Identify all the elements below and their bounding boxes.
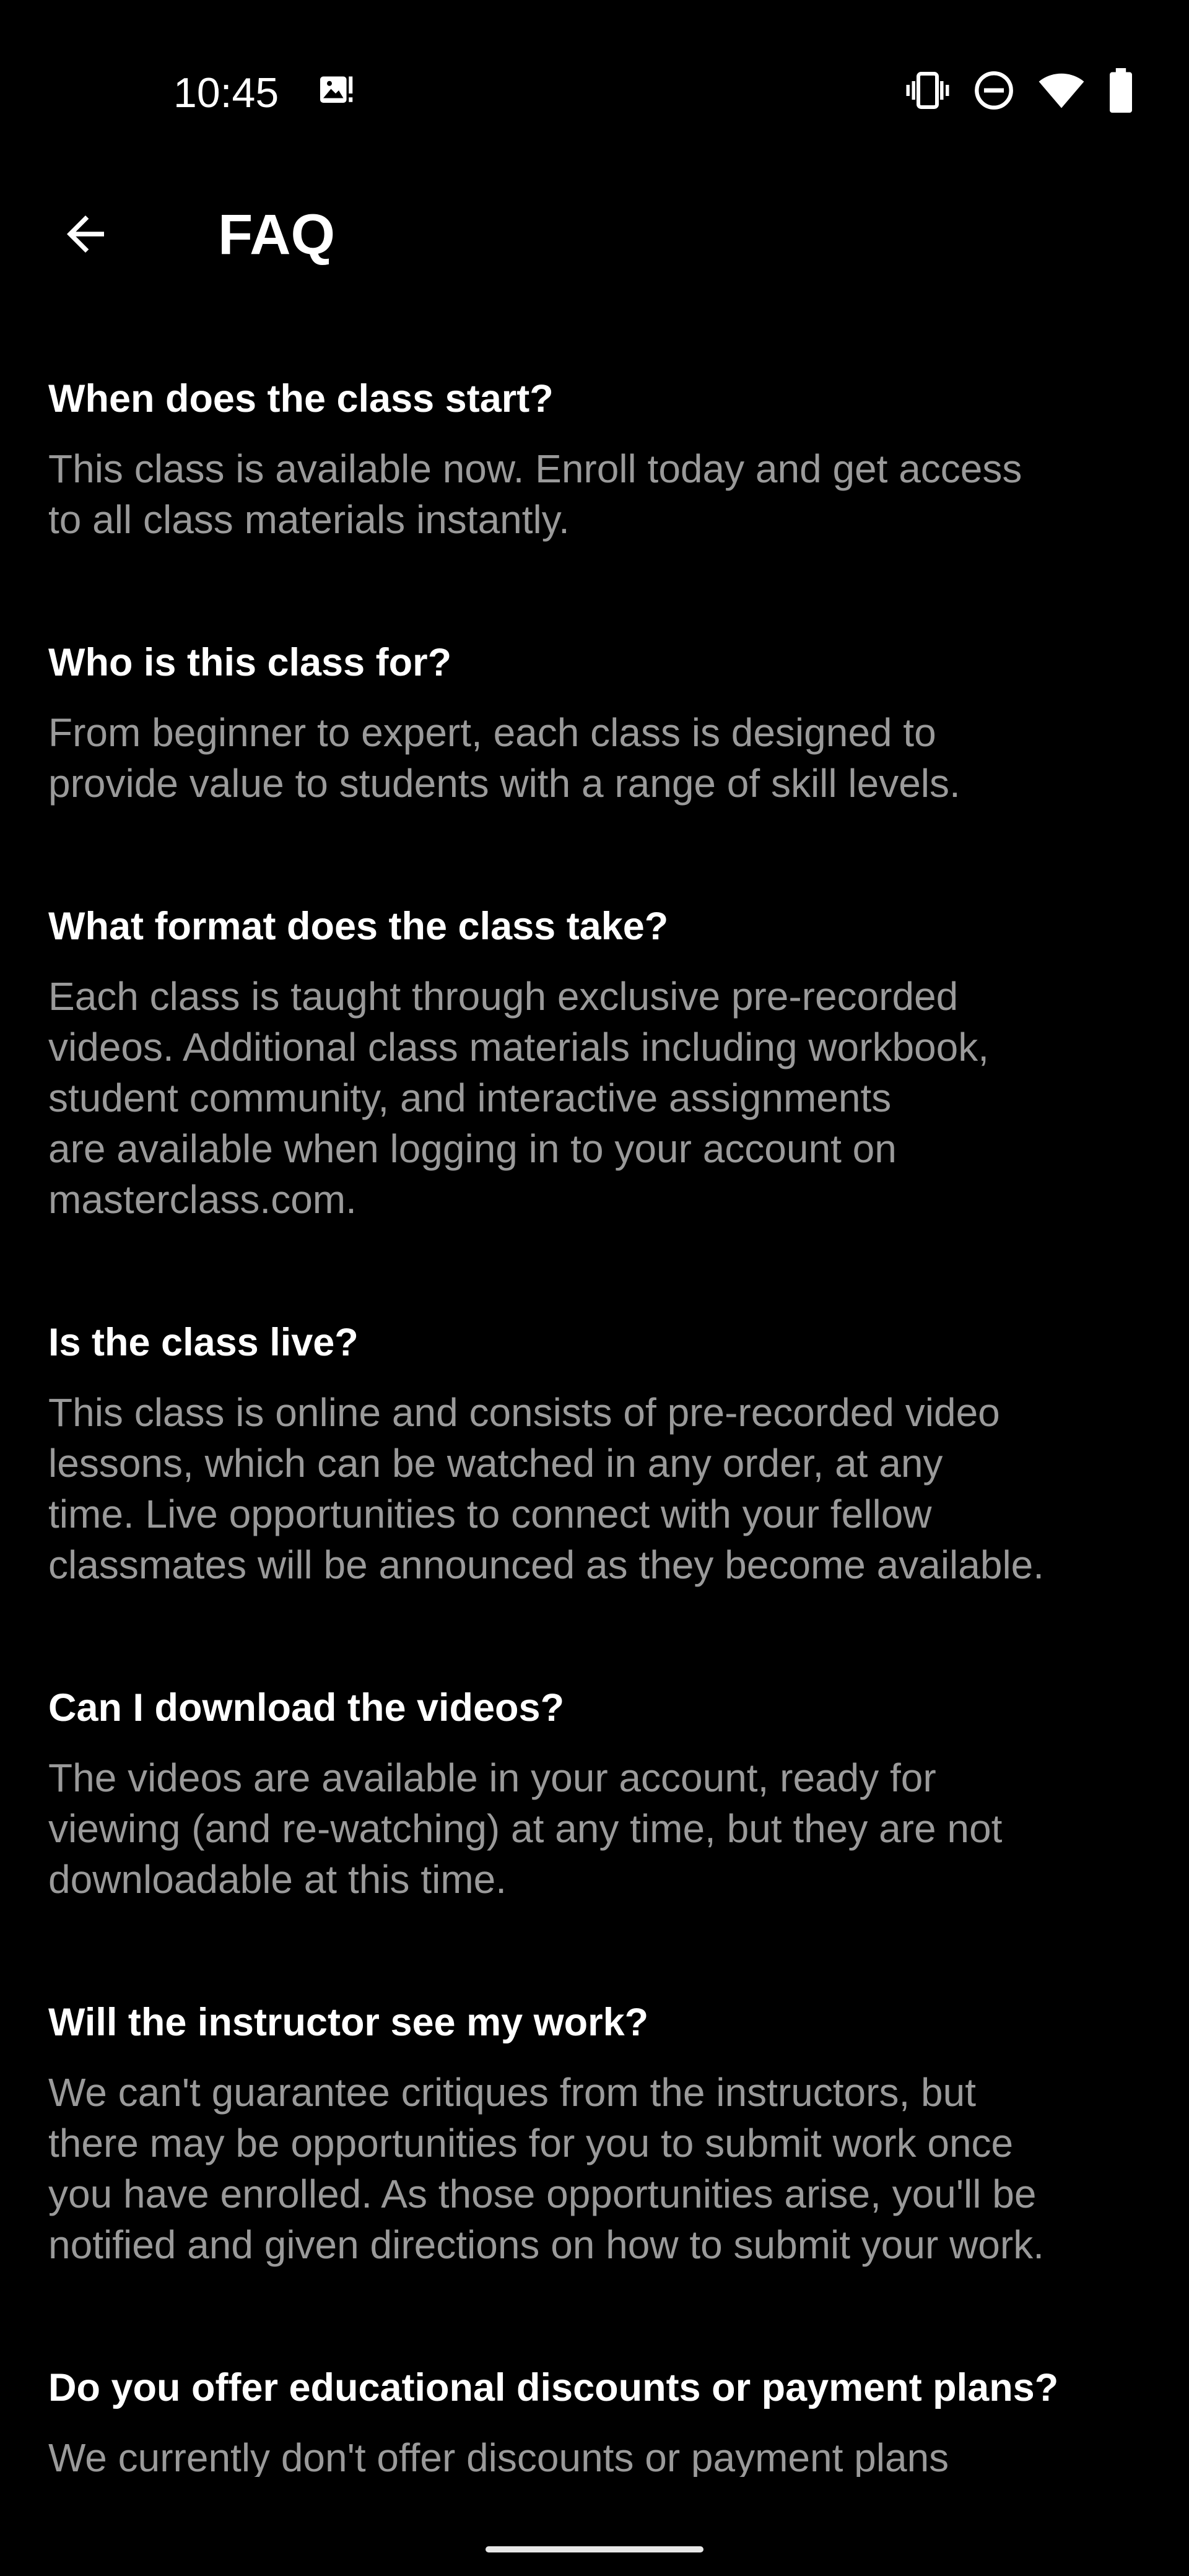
faq-item: Can I download the videos? The videos ar… <box>48 1681 1141 1905</box>
page-title: FAQ <box>218 203 336 266</box>
do-not-disturb-icon <box>972 69 1016 115</box>
app-bar: FAQ <box>0 186 1189 285</box>
faq-item: What format does the class take? Each cl… <box>48 899 1141 1225</box>
faq-question: What format does the class take? <box>48 905 669 948</box>
faq-list: When does the class start? This class is… <box>0 372 1189 2477</box>
faq-answer: The videos are available in your account… <box>48 1756 1003 1902</box>
wifi-icon <box>1038 69 1085 115</box>
faq-question: When does the class start? <box>48 377 554 420</box>
faq-answer: Each class is taught through exclusive p… <box>48 974 989 1222</box>
faq-answer: This class is online and consists of pre… <box>48 1390 1045 1587</box>
battery-icon <box>1107 67 1135 116</box>
faq-answer: We currently don't offer discounts or pa… <box>48 2435 949 2477</box>
faq-answer: From beginner to expert, each class is d… <box>48 710 960 806</box>
faq-answer: This class is available now. Enroll toda… <box>48 446 1022 542</box>
status-icons <box>905 67 1135 116</box>
back-button[interactable] <box>48 198 123 272</box>
faq-question: Will the instructor see my work? <box>48 2001 649 2044</box>
faq-answer: We can't guarantee critiques from the in… <box>48 2070 1044 2267</box>
faq-item: Is the class live? This class is online … <box>48 1315 1141 1590</box>
faq-question: Do you offer educational discounts or pa… <box>48 2366 1059 2409</box>
arrow-left-icon <box>58 206 113 265</box>
faq-item: Who is this class for? From beginner to … <box>48 635 1141 809</box>
faq-item: When does the class start? This class is… <box>48 372 1141 545</box>
faq-question: Is the class live? <box>48 1321 359 1364</box>
vibrate-icon <box>905 68 950 116</box>
status-bar: 10:45 <box>0 0 1189 186</box>
faq-question: Can I download the videos? <box>48 1686 565 1730</box>
faq-scroll-area[interactable]: When does the class start? This class is… <box>0 372 1189 2477</box>
faq-item: Will the instructor see my work? We can'… <box>48 1995 1141 2270</box>
gesture-nav-handle[interactable] <box>486 2546 703 2552</box>
faq-question: Who is this class for? <box>48 641 452 684</box>
gallery-notification-icon <box>317 72 354 109</box>
faq-item: Do you offer educational discounts or pa… <box>48 2361 1141 2477</box>
status-time: 10:45 <box>173 69 279 116</box>
